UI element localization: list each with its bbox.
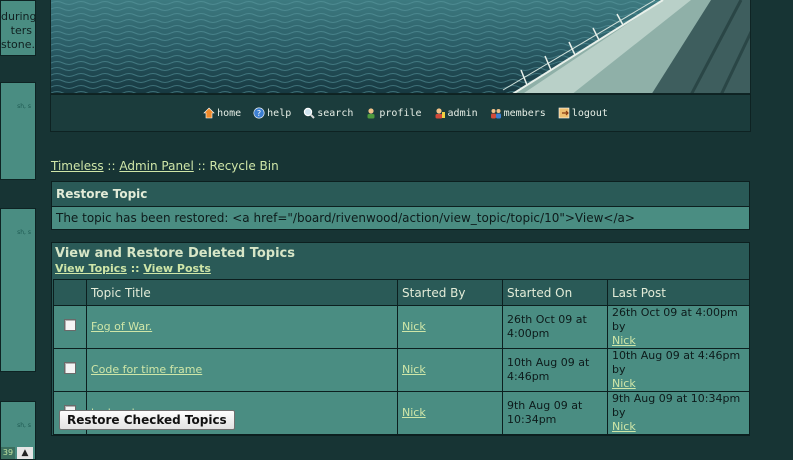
column-header-started-on: Started On bbox=[502, 279, 608, 306]
started-by-link[interactable]: Nick bbox=[402, 406, 426, 419]
nav-label: logout bbox=[571, 107, 608, 119]
view-topics-link[interactable]: View Topics bbox=[55, 262, 127, 275]
last-post-cell: 10th Aug 09 at 4:46pm by Nick bbox=[607, 348, 750, 392]
sidebar-block-2: sh, s bbox=[0, 82, 36, 180]
row-checkbox[interactable] bbox=[64, 319, 76, 331]
notice-message: The topic has been restored: <a href="/b… bbox=[52, 207, 749, 229]
nav-label: home bbox=[217, 107, 242, 119]
topic-title-link[interactable]: Code for time frame bbox=[91, 363, 202, 376]
header-banner-image bbox=[50, 0, 751, 94]
sidebar-small-text: sh, s bbox=[17, 229, 31, 236]
started-on-cell: 26th Oct 09 at 4:00pm bbox=[502, 305, 608, 349]
nav-label: members bbox=[503, 107, 546, 119]
nav-admin[interactable]: admin bbox=[434, 107, 478, 119]
sidebar-small-text: sh, s bbox=[17, 103, 31, 110]
help-icon: ? bbox=[253, 107, 265, 119]
members-icon bbox=[490, 109, 501, 119]
last-post-text: 26th Oct 09 at 4:00pm by bbox=[612, 306, 738, 333]
sidebar-text-line: stone. bbox=[1, 38, 35, 51]
started-by-cell: Nick bbox=[397, 348, 503, 392]
table-header-row: Topic Title Started By Started On Last P… bbox=[53, 279, 750, 306]
last-post-user-link[interactable]: Nick bbox=[612, 334, 636, 347]
panel-view-links: View Topics :: View Posts bbox=[55, 262, 211, 275]
last-post-text: 9th Aug 09 at 10:34pm by bbox=[612, 392, 741, 419]
profile-icon bbox=[367, 108, 375, 119]
breadcrumb-separator: :: bbox=[197, 159, 206, 173]
breadcrumb-link-home[interactable]: Timeless bbox=[51, 159, 104, 173]
table-row: Code for time frame Nick 10th Aug 09 at … bbox=[53, 348, 750, 392]
nav-home[interactable]: home bbox=[203, 107, 241, 119]
nav-help[interactable]: ? help bbox=[253, 107, 291, 119]
restore-checked-topics-button[interactable]: Restore Checked Topics bbox=[59, 410, 235, 430]
scroll-up-arrow-icon[interactable]: ▲ bbox=[17, 447, 33, 459]
topic-title-link[interactable]: Fog of War. bbox=[91, 320, 152, 333]
link-separator: :: bbox=[130, 262, 140, 275]
column-header-topic-title: Topic Title bbox=[86, 279, 398, 306]
restore-notice: Restore Topic The topic has been restore… bbox=[51, 181, 750, 230]
sidebar-block-3: sh, s bbox=[0, 208, 36, 372]
panel-title: View and Restore Deleted Topics bbox=[55, 246, 295, 261]
last-post-text: 10th Aug 09 at 4:46pm by bbox=[612, 349, 741, 376]
home-icon bbox=[203, 107, 215, 119]
sidebar-block-4: sh, s 39 ▲ bbox=[0, 401, 36, 460]
breadcrumb-current: Recycle Bin bbox=[209, 159, 279, 173]
table-row: Fog of War. Nick 26th Oct 09 at 4:00pm 2… bbox=[53, 305, 750, 349]
breadcrumb-separator: :: bbox=[107, 159, 116, 173]
nav-label: help bbox=[267, 107, 292, 119]
deleted-topics-panel: View and Restore Deleted Topics View Top… bbox=[51, 242, 750, 436]
breadcrumb-link-admin-panel[interactable]: Admin Panel bbox=[119, 159, 193, 173]
nav-members[interactable]: members bbox=[490, 107, 546, 119]
select-cell bbox=[53, 305, 87, 349]
started-by-link[interactable]: Nick bbox=[402, 363, 426, 376]
column-header-select bbox=[53, 279, 87, 306]
notice-title: Restore Topic bbox=[52, 182, 749, 207]
topic-title-cell: Fog of War. bbox=[86, 305, 398, 349]
select-cell bbox=[53, 348, 87, 392]
column-header-last-post: Last Post bbox=[607, 279, 750, 306]
started-by-link[interactable]: Nick bbox=[402, 320, 426, 333]
nav-profile[interactable]: profile bbox=[365, 107, 422, 119]
started-on-cell: 9th Aug 09 at 10:34pm bbox=[502, 391, 608, 435]
sidebar-small-text: sh, s bbox=[17, 422, 31, 429]
nav-label: profile bbox=[379, 107, 422, 119]
started-by-cell: Nick bbox=[397, 305, 503, 349]
nav-logout[interactable]: logout bbox=[558, 107, 608, 119]
admin-icon bbox=[435, 108, 445, 119]
view-posts-link[interactable]: View Posts bbox=[143, 262, 211, 275]
sidebar-block-1: during ters stone. bbox=[0, 0, 36, 56]
topic-title-cell: Code for time frame bbox=[86, 348, 398, 392]
breadcrumb: Timeless :: Admin Panel :: Recycle Bin bbox=[51, 159, 279, 173]
started-by-cell: Nick bbox=[397, 391, 503, 435]
last-post-cell: 26th Oct 09 at 4:00pm by Nick bbox=[607, 305, 750, 349]
row-checkbox[interactable] bbox=[64, 362, 76, 374]
column-header-started-by: Started By bbox=[397, 279, 503, 306]
nav-search[interactable]: search bbox=[303, 107, 353, 119]
logout-icon bbox=[558, 107, 570, 119]
last-post-cell: 9th Aug 09 at 10:34pm by Nick bbox=[607, 391, 750, 435]
search-icon bbox=[304, 107, 315, 119]
sidebar-text-line: ters bbox=[10, 24, 32, 37]
page-number[interactable]: 39 bbox=[1, 447, 15, 459]
nav-label: admin bbox=[447, 107, 478, 119]
main-nav: home ? help search profile admin members… bbox=[50, 94, 751, 132]
nav-label: search bbox=[317, 107, 354, 119]
last-post-user-link[interactable]: Nick bbox=[612, 377, 636, 390]
started-on-cell: 10th Aug 09 at 4:46pm bbox=[502, 348, 608, 392]
svg-text:?: ? bbox=[257, 109, 261, 118]
last-post-user-link[interactable]: Nick bbox=[612, 420, 636, 433]
sidebar-text-line: during bbox=[1, 10, 35, 23]
